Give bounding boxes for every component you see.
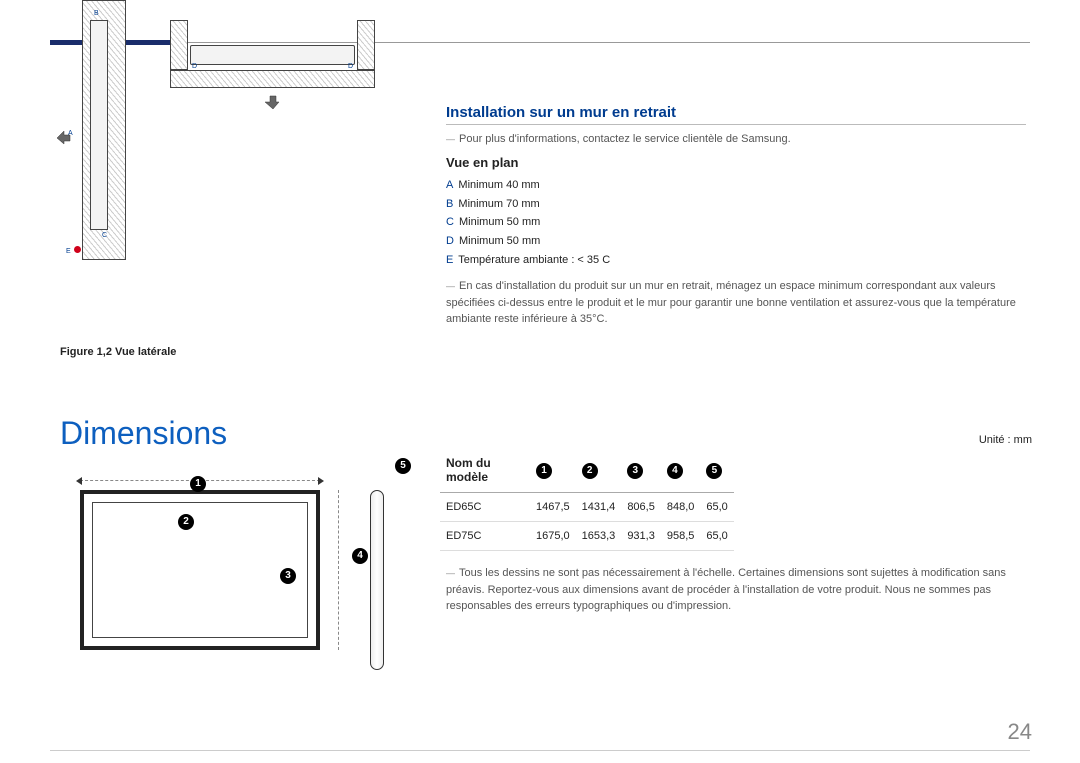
cell-c1: 1467,5	[530, 493, 576, 522]
page-number: 24	[1008, 719, 1032, 745]
arrow-left-icon	[56, 130, 72, 146]
th-col4: 4	[661, 448, 701, 493]
dimensions-note: Tous les dessins ne sont pas nécessairem…	[446, 565, 1032, 615]
th-col2: 2	[576, 448, 622, 493]
device-side-diagram	[370, 490, 384, 670]
table-row: ED75C 1675,0 1653,3 931,3 958,5 65,0	[440, 522, 734, 551]
spec-val-a: Minimum 40 mm	[458, 179, 539, 191]
table-row: ED65C 1467,5 1431,4 806,5 848,0 65,0	[440, 493, 734, 522]
figure-12-sideview: B A C E	[60, 0, 150, 260]
label-c: C	[102, 232, 107, 239]
cell-c3: 931,3	[621, 522, 661, 551]
plan-view-heading: Vue en plan	[446, 155, 518, 170]
dimensions-title: Dimensions	[60, 415, 227, 452]
figure-13-topview: D D	[170, 20, 375, 110]
device-front-inner	[92, 502, 308, 638]
label-d-right: D	[348, 63, 353, 70]
cell-c4: 958,5	[661, 522, 701, 551]
cell-c2: 1431,4	[576, 493, 622, 522]
label-e: E	[66, 248, 71, 255]
unit-label: Unité : mm	[979, 434, 1032, 446]
th-model: Nom du modèle	[440, 448, 530, 493]
spec-key-e: E	[446, 254, 453, 266]
th-col1: 1	[530, 448, 576, 493]
figure-12-caption: Figure 1,2 Vue latérale	[60, 346, 176, 358]
col-marker-3-icon: 3	[627, 463, 643, 479]
contact-note: Pour plus d'informations, contactez le s…	[446, 133, 791, 145]
wall-hatch-bottom	[170, 70, 375, 88]
cell-c1: 1675,0	[530, 522, 576, 551]
spec-val-c: Minimum 50 mm	[459, 216, 540, 228]
footer-rule	[50, 750, 1030, 751]
wall-hatch-left	[170, 20, 188, 70]
col-marker-4-icon: 4	[667, 463, 683, 479]
col-marker-2-icon: 2	[582, 463, 598, 479]
marker-5-icon: 5	[395, 458, 411, 474]
col-marker-1-icon: 1	[536, 463, 552, 479]
cell-model: ED65C	[440, 493, 530, 522]
temperature-dot-icon	[74, 246, 81, 253]
dimensions-figures: 1 2 3 4 5	[60, 470, 420, 690]
ventilation-note: En cas d'installation du produit sur un …	[446, 278, 1032, 328]
spec-key-c: C	[446, 216, 454, 228]
cell-c5: 65,0	[700, 522, 733, 551]
label-b: B	[94, 10, 99, 17]
marker-2-icon: 2	[178, 514, 194, 530]
device-side	[90, 20, 108, 230]
wall-hatch-right	[357, 20, 375, 70]
cell-model: ED75C	[440, 522, 530, 551]
dimension-rule-right	[338, 490, 339, 650]
marker-4-icon: 4	[352, 548, 368, 564]
marker-1-icon: 1	[190, 476, 206, 492]
th-col5: 5	[700, 448, 733, 493]
marker-3-icon: 3	[280, 568, 296, 584]
dimensions-table: Nom du modèle 1 2 3 4 5 ED65C 1467,5 143…	[440, 448, 734, 551]
spec-val-b: Minimum 70 mm	[458, 198, 539, 210]
th-col3: 3	[621, 448, 661, 493]
arrow-down-icon	[265, 94, 281, 110]
spec-val-e: Température ambiante : < 35 C	[458, 254, 610, 266]
cell-c2: 1653,3	[576, 522, 622, 551]
cell-c3: 806,5	[621, 493, 661, 522]
section-title: Installation sur un mur en retrait	[446, 104, 1026, 125]
spec-key-b: B	[446, 198, 453, 210]
spec-key-d: D	[446, 235, 454, 247]
spec-val-d: Minimum 50 mm	[459, 235, 540, 247]
label-d-left: D	[192, 63, 197, 70]
col-marker-5-icon: 5	[706, 463, 722, 479]
device-slot-top	[190, 45, 355, 65]
spec-key-a: A	[446, 179, 453, 191]
cell-c5: 65,0	[700, 493, 733, 522]
cell-c4: 848,0	[661, 493, 701, 522]
spec-list: A Minimum 40 mm B Minimum 70 mm C Minimu…	[446, 176, 610, 269]
